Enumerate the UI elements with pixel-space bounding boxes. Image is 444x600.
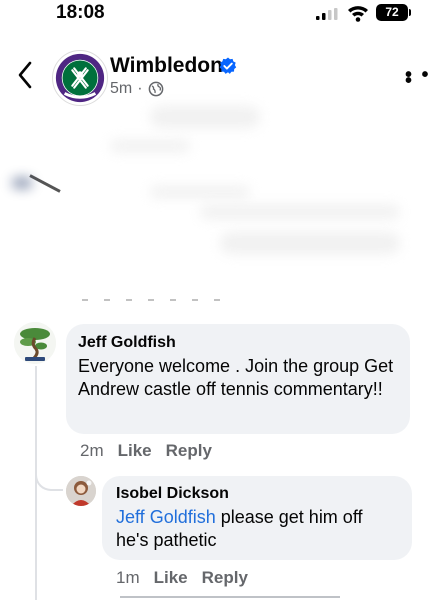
wifi-icon [348, 6, 368, 22]
reply-button[interactable]: Reply [166, 441, 212, 461]
reply-author[interactable]: Isobel Dickson [116, 485, 398, 503]
next-item-edge [120, 596, 340, 598]
reply-text: Jeff Goldfish please get him off he's pa… [116, 506, 398, 552]
mention-link[interactable]: Jeff Goldfish [116, 507, 216, 527]
reply-bubble: Isobel Dickson Jeff Goldfish please get … [102, 476, 412, 560]
avatar-jeff-goldfish[interactable] [14, 322, 56, 364]
meta-separator: · [137, 80, 143, 97]
reply-actions: 1m Like Reply [116, 568, 248, 588]
comment-actions: 2m Like Reply [80, 441, 212, 461]
like-button[interactable]: Like [118, 441, 152, 461]
status-bar: 18:08 72 [0, 0, 444, 32]
blurred-actions [82, 299, 222, 301]
reply-time: 1m [116, 568, 140, 587]
avatar-isobel-dickson[interactable] [66, 476, 96, 506]
blur-block [110, 140, 190, 152]
comment-time: 2m [80, 441, 104, 460]
post-meta: 5m · [110, 80, 164, 98]
blur-block [150, 106, 260, 128]
reply-connector [35, 466, 63, 491]
comment-text: Everyone welcome . Join the group Get An… [78, 356, 394, 399]
verified-badge-icon [219, 57, 237, 74]
post-timestamp[interactable]: 5m [110, 80, 132, 98]
wimbledon-logo[interactable] [52, 50, 108, 106]
back-arrow-icon[interactable] [16, 60, 34, 90]
globe-icon [148, 81, 163, 97]
blur-block [220, 232, 400, 254]
post-header: Wimbledon 5m · • • • [0, 38, 444, 112]
battery-nub [409, 9, 411, 16]
comment-author[interactable]: Jeff Goldfish [78, 334, 398, 352]
blur-block [150, 186, 250, 198]
blur-stroke [29, 174, 61, 193]
battery-icon: 72 [376, 4, 408, 21]
reply-button[interactable]: Reply [202, 568, 248, 588]
blur-block [200, 205, 400, 219]
battery-level: 72 [385, 5, 399, 19]
status-time: 18:08 [56, 2, 105, 23]
comment-bubble: Jeff Goldfish Everyone welcome . Join th… [66, 324, 410, 434]
blur-block [12, 178, 32, 188]
signal-icon [316, 8, 338, 20]
like-button[interactable]: Like [154, 568, 188, 588]
page-name[interactable]: Wimbledon [110, 54, 223, 78]
more-options-icon[interactable]: • • • [405, 65, 444, 91]
